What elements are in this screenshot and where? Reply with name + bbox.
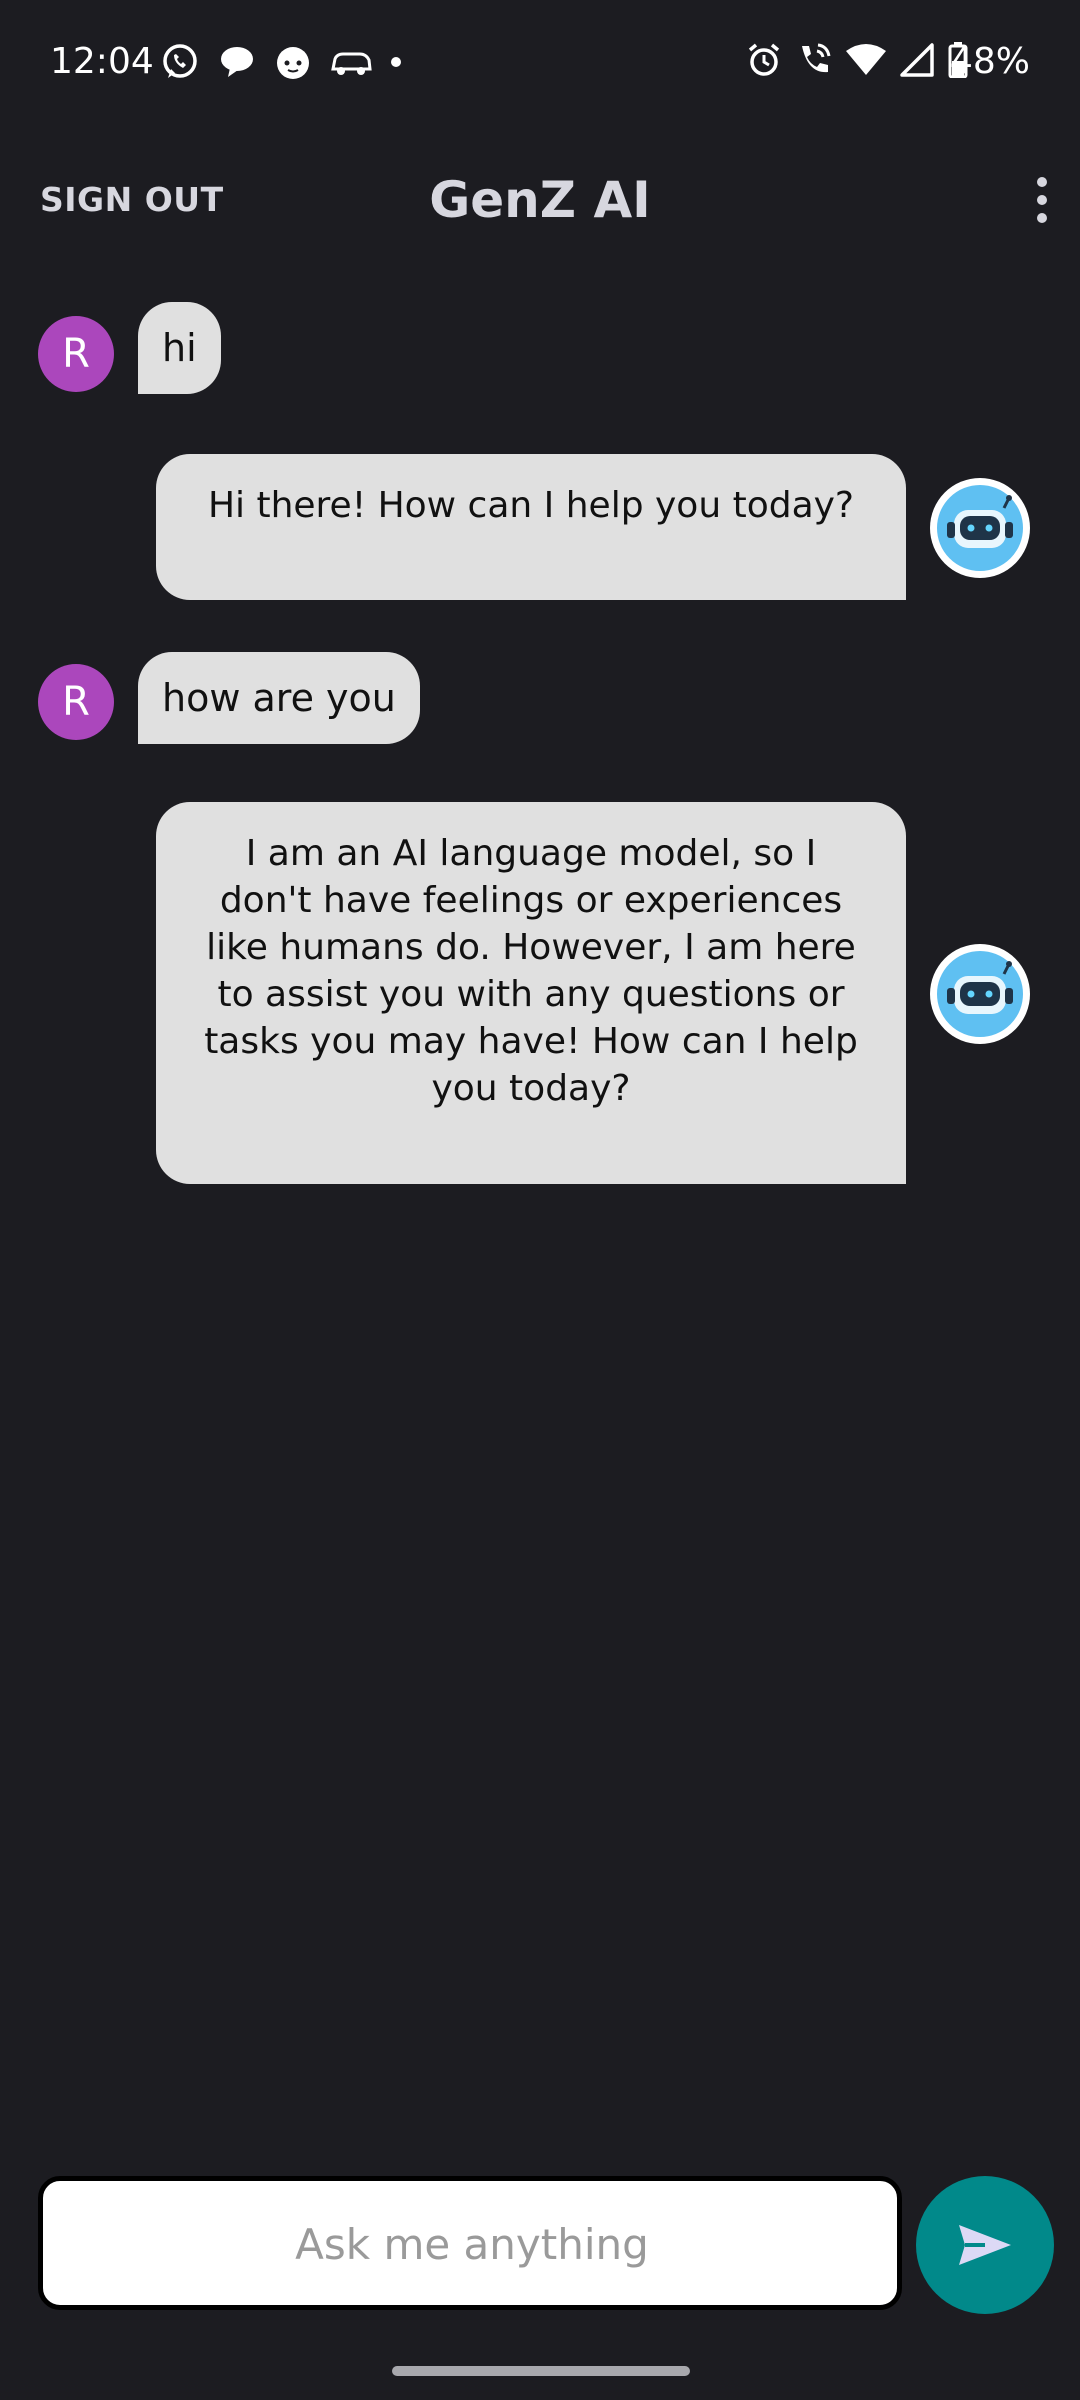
bot-avatar	[930, 478, 1030, 578]
alarm-icon	[746, 42, 782, 82]
app-bar: SIGN OUT GenZ AI	[0, 150, 1080, 250]
robot-icon	[935, 483, 1025, 573]
robot-icon	[935, 949, 1025, 1039]
home-indicator[interactable]	[392, 2366, 690, 2376]
system-icons	[746, 42, 968, 82]
user-avatar: R	[38, 664, 114, 740]
chat-bubble-icon	[218, 43, 256, 81]
user-message-bubble: how are you	[138, 652, 420, 744]
status-bar: 12:04 48%	[0, 0, 1080, 126]
bot-message-bubble: Hi there! How can I help you today?	[156, 454, 906, 600]
bot-avatar	[930, 944, 1030, 1044]
send-icon	[959, 2225, 1011, 2265]
user-message-bubble: hi	[138, 302, 221, 394]
wifi-icon	[846, 43, 886, 81]
car-icon	[330, 45, 372, 79]
app-title: GenZ AI	[429, 171, 651, 229]
bot-message-bubble: I am an AI language model, so I don't ha…	[156, 802, 906, 1184]
composer	[38, 2176, 902, 2310]
wifi-calling-icon	[796, 42, 832, 82]
more-vert-icon[interactable]	[1030, 172, 1054, 228]
cell-signal-icon	[900, 43, 934, 81]
battery-percent: 48%	[949, 41, 1030, 82]
user-avatar: R	[38, 316, 114, 392]
whatsapp-icon	[160, 42, 200, 82]
cat-app-icon	[274, 43, 312, 81]
notification-icons	[160, 42, 402, 82]
ask-input[interactable]	[43, 2181, 901, 2307]
status-time: 12:04	[50, 41, 154, 82]
send-button[interactable]	[916, 2176, 1054, 2314]
more-dot-icon	[390, 56, 402, 68]
